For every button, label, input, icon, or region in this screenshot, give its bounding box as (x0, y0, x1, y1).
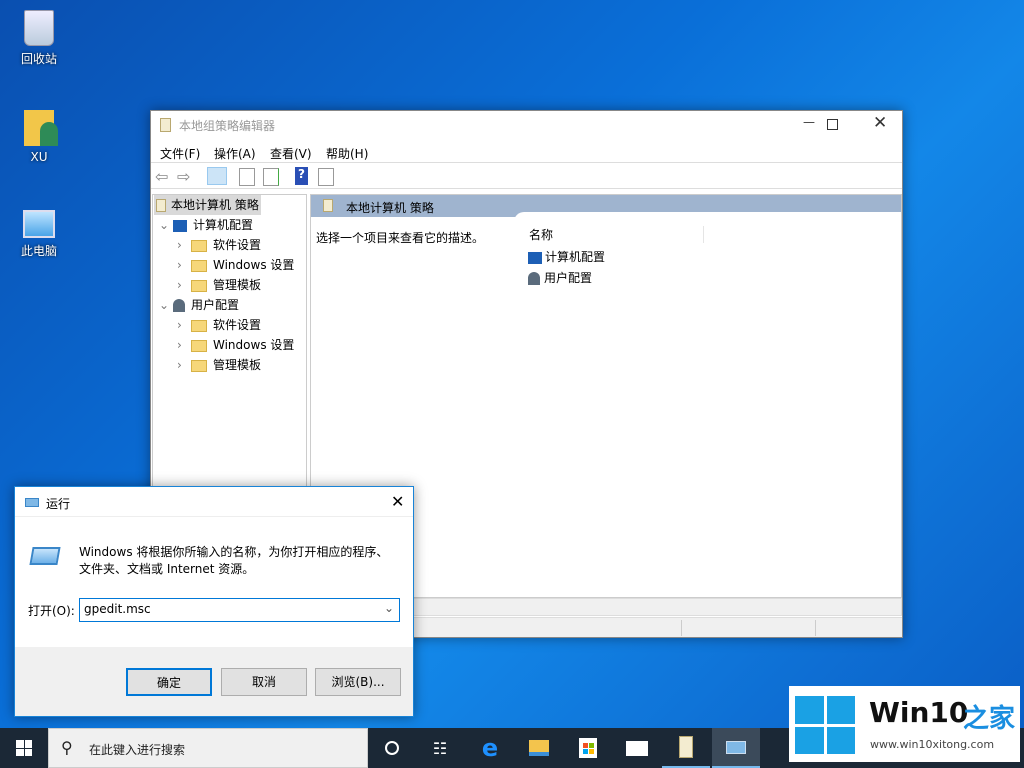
desktop-icon-recycle-bin[interactable]: 回收站 (9, 10, 69, 67)
chevron-right-icon[interactable]: › (177, 355, 191, 375)
desktop-icon-this-pc[interactable]: 此电脑 (9, 210, 69, 259)
run-large-icon (29, 547, 61, 565)
watermark: Win10 之家 www.win10xitong.com (789, 686, 1020, 762)
folder-icon (191, 239, 207, 252)
run-description: 文件夹、文档或 Internet 资源。 (79, 562, 255, 576)
chevron-down-icon[interactable]: ⌄ (384, 601, 394, 615)
file-explorer-icon[interactable] (515, 728, 563, 768)
run-title-bar[interactable]: 运行 ✕ (15, 487, 413, 517)
desktop-icon-label: 回收站 (20, 52, 57, 66)
tree-item-software-settings[interactable]: › 软件设置 (177, 315, 261, 335)
run-title: 运行 (46, 497, 71, 511)
mail-icon[interactable] (613, 728, 661, 768)
folder-icon (191, 259, 207, 272)
chevron-right-icon[interactable]: › (177, 335, 191, 355)
minimize-button[interactable]: — (803, 115, 815, 129)
search-box[interactable]: ⚲ 在此键入进行搜索 (48, 728, 368, 768)
description-text: 选择一个项目来查看它的描述。 (316, 231, 485, 245)
close-button[interactable]: ✕ (391, 492, 404, 511)
chevron-right-icon[interactable]: › (177, 235, 191, 255)
help-icon[interactable]: ? (295, 167, 308, 185)
maximize-button[interactable] (827, 119, 838, 130)
recycle-bin-icon (24, 10, 54, 46)
folder-icon (191, 359, 207, 372)
user-icon (528, 272, 540, 285)
menu-file[interactable]: 文件(F) (160, 145, 200, 162)
tree-item-computer-config[interactable]: ⌄ 计算机配置 (159, 215, 253, 235)
menu-help[interactable]: 帮助(H) (326, 145, 368, 162)
close-button[interactable]: ✕ (873, 113, 887, 133)
windows-logo-icon (16, 740, 32, 756)
tree-item-admin-templates[interactable]: › 管理模板 (177, 355, 261, 375)
toolbar: ⇦ ⇨ ? (151, 164, 902, 189)
run-description: Windows 将根据你所输入的名称，为你打开相应的程序、 (79, 545, 389, 559)
folder-icon (191, 279, 207, 292)
this-pc-icon (23, 210, 55, 238)
cancel-button[interactable]: 取消 (221, 668, 307, 696)
store-icon[interactable] (564, 728, 612, 768)
task-view-icon[interactable]: ☷ (416, 728, 464, 768)
tree-item-windows-settings[interactable]: › Windows 设置 (177, 255, 294, 275)
forward-icon[interactable]: ⇨ (177, 167, 197, 186)
title-bar[interactable]: 本地组策略编辑器 — ✕ (151, 111, 902, 139)
user-folder-icon (24, 110, 58, 146)
properties-icon[interactable] (239, 168, 255, 186)
tree-item-user-config[interactable]: ⌄ 用户配置 (159, 295, 239, 315)
tree-item-windows-settings[interactable]: › Windows 设置 (177, 335, 294, 355)
menu-action[interactable]: 操作(A) (214, 145, 256, 162)
policy-scroll-icon (156, 199, 166, 212)
chevron-right-icon[interactable]: › (177, 275, 191, 295)
edge-icon[interactable]: e (466, 728, 514, 768)
tree-item-software-settings[interactable]: › 软件设置 (177, 235, 261, 255)
back-icon[interactable]: ⇦ (155, 167, 175, 186)
user-icon (173, 299, 185, 312)
run-icon[interactable] (712, 728, 760, 768)
list-item[interactable]: 计算机配置 (528, 248, 605, 265)
show-hide-tree-icon[interactable] (207, 167, 227, 185)
desktop-icon-user[interactable]: XU (9, 110, 69, 164)
window-title: 本地组策略编辑器 (179, 119, 276, 133)
export-list-icon[interactable] (263, 168, 279, 186)
gpedit-icon[interactable] (662, 728, 710, 768)
computer-icon (173, 219, 187, 232)
start-button[interactable] (0, 728, 48, 768)
chevron-right-icon[interactable]: › (177, 255, 191, 275)
tree-item-local-computer-policy[interactable]: 本地计算机 策略 (154, 195, 261, 215)
folder-icon (191, 319, 207, 332)
menu-view[interactable]: 查看(V) (270, 145, 312, 162)
search-icon: ⚲ (61, 738, 73, 757)
open-label: 打开(O): (28, 604, 75, 618)
gpedit-icon (160, 118, 171, 132)
list-item[interactable]: 用户配置 (528, 269, 592, 286)
desktop-icon-label: 此电脑 (20, 244, 57, 258)
policy-scroll-icon (323, 199, 333, 212)
open-input[interactable]: gpedit.msc ⌄ (79, 598, 400, 622)
chevron-down-icon[interactable]: ⌄ (159, 215, 173, 235)
column-header-name[interactable]: 名称 (529, 226, 704, 243)
browse-button[interactable]: 浏览(B)... (315, 668, 401, 696)
chevron-down-icon[interactable]: ⌄ (159, 295, 173, 315)
watermark-url: www.win10xitong.com (870, 738, 995, 751)
windows-logo-watermark (795, 696, 855, 754)
chevron-right-icon[interactable]: › (177, 315, 191, 335)
run-dialog: 运行 ✕ Windows 将根据你所输入的名称，为你打开相应的程序、 文件夹、文… (14, 486, 414, 717)
cortana-icon[interactable] (368, 728, 416, 768)
run-icon (25, 498, 39, 507)
menu-bar: 文件(F) 操作(A) 查看(V) 帮助(H) (151, 141, 902, 163)
show-action-pane-icon[interactable] (318, 168, 334, 186)
tree-item-admin-templates[interactable]: › 管理模板 (177, 275, 261, 295)
computer-icon (528, 251, 542, 264)
desktop-icon-label: XU (30, 150, 48, 164)
ok-button[interactable]: 确定 (126, 668, 212, 696)
folder-icon (191, 339, 207, 352)
